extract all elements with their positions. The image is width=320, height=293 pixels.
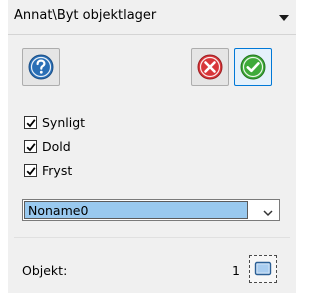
layer-dropdown[interactable]: Noname0 xyxy=(22,199,280,221)
checkbox-box[interactable] xyxy=(24,116,37,129)
checkbox-label: Fryst xyxy=(42,163,73,178)
triangle-down-icon[interactable] xyxy=(278,12,290,24)
chevron-down-icon[interactable] xyxy=(263,206,273,220)
layer-dropdown-value[interactable]: Noname0 xyxy=(24,201,248,219)
ok-check-icon xyxy=(240,54,266,80)
cancel-button[interactable] xyxy=(191,48,229,86)
divider xyxy=(14,237,290,238)
checkmark-icon xyxy=(26,167,36,176)
checkbox-box[interactable] xyxy=(24,140,37,153)
layer-name: Noname0 xyxy=(28,203,89,218)
checkmark-icon xyxy=(26,143,36,152)
visible-checkbox[interactable]: Synligt xyxy=(24,114,224,132)
checkbox-box[interactable] xyxy=(24,164,37,177)
object-count-value: 1 xyxy=(232,263,240,278)
panel-title: Annat\Byt objektlager xyxy=(14,8,157,23)
object-count-label: Objekt: xyxy=(22,263,68,278)
checkbox-label: Synligt xyxy=(42,115,86,130)
panel-titlebar[interactable]: Annat\Byt objektlager xyxy=(8,0,296,35)
checkmark-icon xyxy=(26,119,36,128)
help-question-icon xyxy=(28,54,54,80)
hidden-checkbox[interactable]: Dold xyxy=(24,138,224,156)
cancel-x-icon xyxy=(197,54,223,80)
frozen-checkbox[interactable]: Fryst xyxy=(24,162,224,180)
layer-panel: Annat\Byt objektlager Synligt Dold Fryst… xyxy=(8,0,296,293)
checkbox-label: Dold xyxy=(42,139,71,154)
panel-body: Synligt Dold Fryst Noname0 Objekt: 1 xyxy=(8,35,296,293)
ok-button[interactable] xyxy=(234,48,272,86)
select-objects-button[interactable] xyxy=(249,255,277,283)
help-button[interactable] xyxy=(22,48,60,86)
select-object-icon xyxy=(254,261,272,276)
